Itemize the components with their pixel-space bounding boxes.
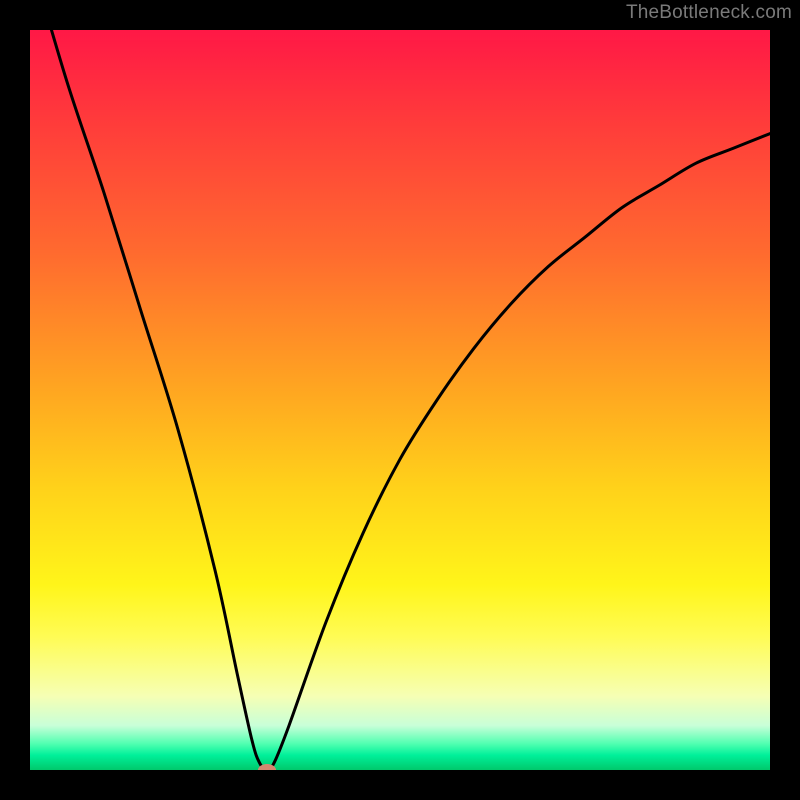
attribution-text: TheBottleneck.com (626, 2, 792, 24)
plot-area (30, 30, 770, 770)
chart-frame: TheBottleneck.com (0, 0, 800, 800)
bottleneck-curve (30, 30, 770, 770)
optimum-dot (258, 764, 276, 770)
